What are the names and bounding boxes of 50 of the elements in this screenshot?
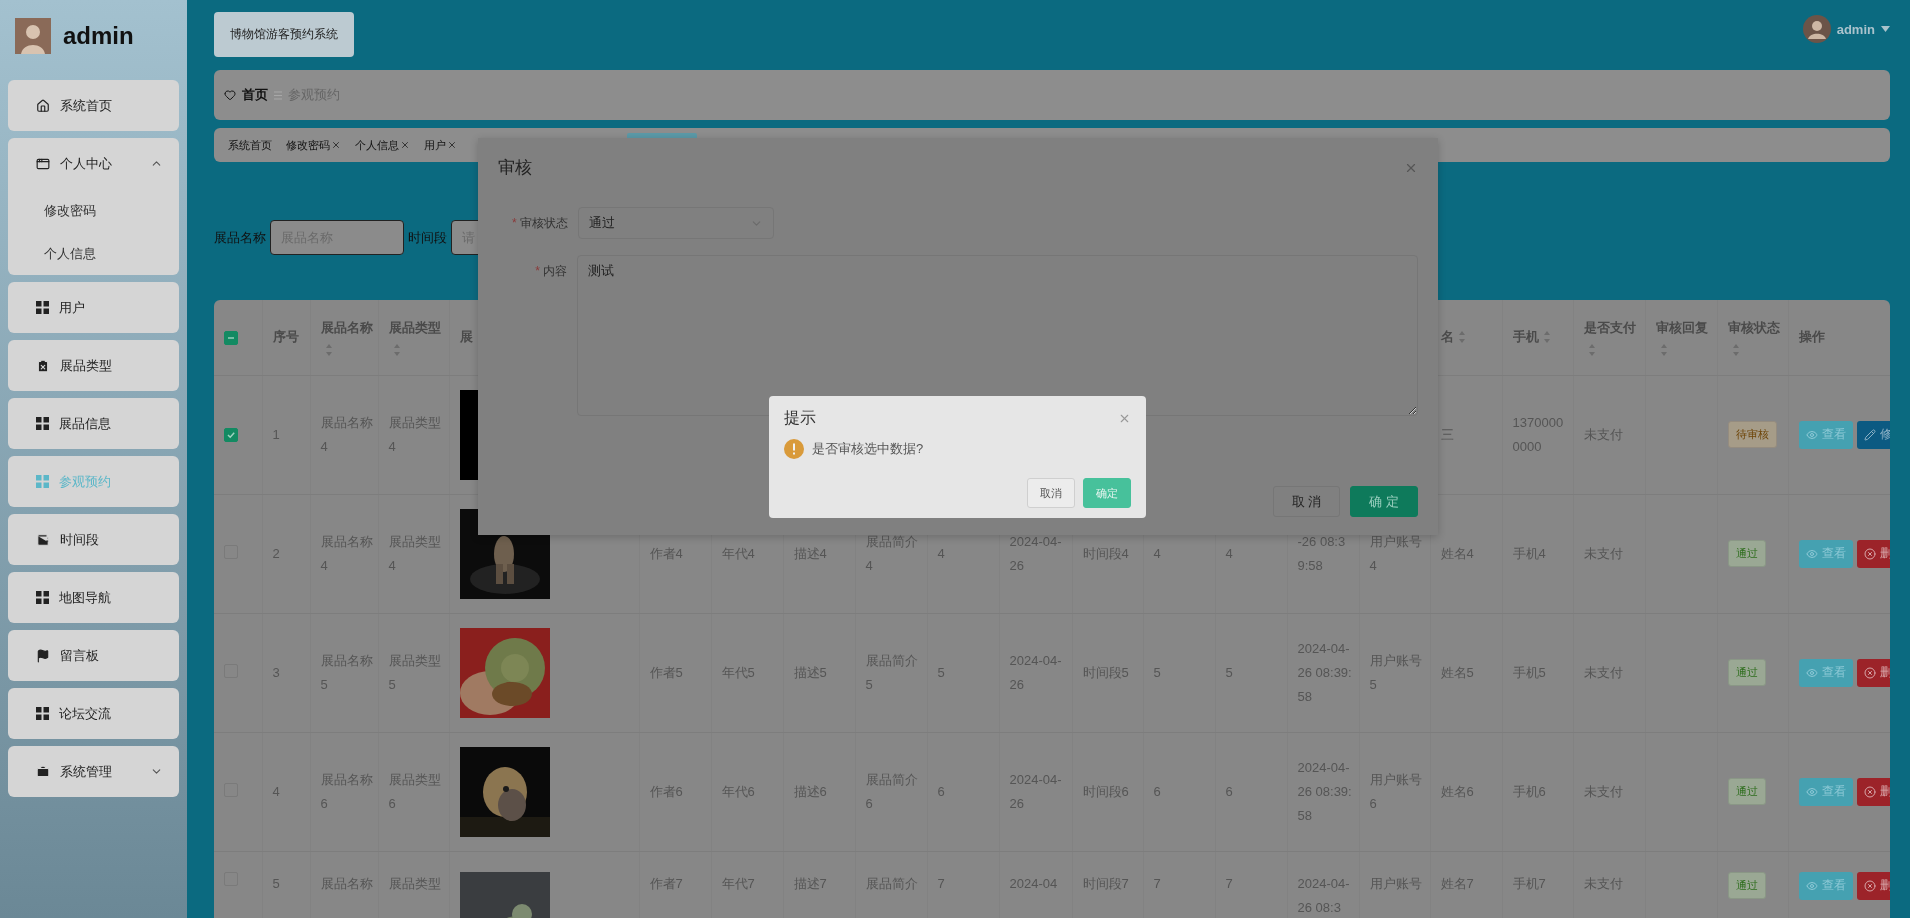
confirm-button[interactable]: 确 定	[1350, 486, 1418, 517]
delete-button[interactable]: 删	[1856, 658, 1890, 687]
column-header: 手机	[1512, 328, 1539, 347]
message-text: 是否审核选中数据?	[812, 440, 924, 458]
page-tag[interactable]: 系统首页	[228, 137, 272, 153]
column-header: 展	[459, 328, 473, 347]
submenu-item[interactable]: 修改密码	[8, 189, 179, 232]
dialog-title: 审核	[498, 157, 532, 179]
delete-button[interactable]: 删	[1856, 871, 1890, 900]
status-tag: 待审核	[1727, 421, 1777, 448]
status-tag: 通过	[1727, 659, 1766, 686]
breadcrumb-link[interactable]: 首页	[242, 86, 268, 104]
menu-item[interactable]: 展品信息	[8, 398, 179, 449]
delete-button[interactable]: 删	[1856, 539, 1890, 568]
status-select[interactable]: 通过	[578, 207, 774, 239]
column-header: 序号	[272, 328, 299, 347]
submenu-item[interactable]: 个人信息	[8, 232, 179, 275]
search-label: 展品名称	[214, 228, 266, 247]
select-value: 通过	[589, 214, 615, 232]
menu-item[interactable]: 系统首页	[8, 80, 179, 131]
column-header: 审核状态	[1727, 319, 1780, 338]
status-tag: 通过	[1727, 778, 1766, 805]
menu-item[interactable]: 系统管理	[60, 762, 140, 781]
menu-item[interactable]: 地图导航	[8, 572, 179, 623]
column-header: 操作	[1798, 328, 1825, 347]
form-label: * 审核状态	[511, 215, 568, 232]
menu-item[interactable]: 时间段	[8, 514, 179, 565]
status-tag: 通过	[1727, 871, 1766, 899]
page-tag[interactable]: 个人信息	[355, 137, 410, 153]
menu-item[interactable]: 论坛交流	[8, 688, 179, 739]
form-label: * 内容	[534, 263, 568, 280]
menu-item[interactable]: 留言板	[8, 630, 179, 681]
menu-item[interactable]: 用户	[8, 282, 179, 333]
column-header: 展品类型	[388, 319, 441, 338]
column-header: 是否支付	[1583, 319, 1636, 338]
column-header: 名	[1440, 328, 1454, 347]
cancel-button[interactable]: 取 消	[1272, 486, 1341, 517]
user-name[interactable]: admin	[1836, 21, 1875, 37]
brand-name: admin	[63, 22, 134, 50]
menu-item[interactable]: 展品类型	[8, 340, 179, 391]
page-tag[interactable]: 用户	[424, 137, 457, 153]
cancel-button[interactable]: 取消	[1027, 478, 1075, 508]
system-title[interactable]: 博物馆游客预约系统	[214, 12, 354, 57]
column-header: 审核回复	[1655, 319, 1708, 338]
delete-button[interactable]: 删	[1856, 777, 1890, 806]
column-header: 展品名称	[320, 319, 373, 338]
page-tag[interactable]: 修改密码	[286, 137, 341, 153]
menu-item[interactable]: 个人中心	[60, 154, 140, 173]
search-label: 时间段	[408, 228, 447, 247]
status-tag: 通过	[1727, 540, 1766, 567]
